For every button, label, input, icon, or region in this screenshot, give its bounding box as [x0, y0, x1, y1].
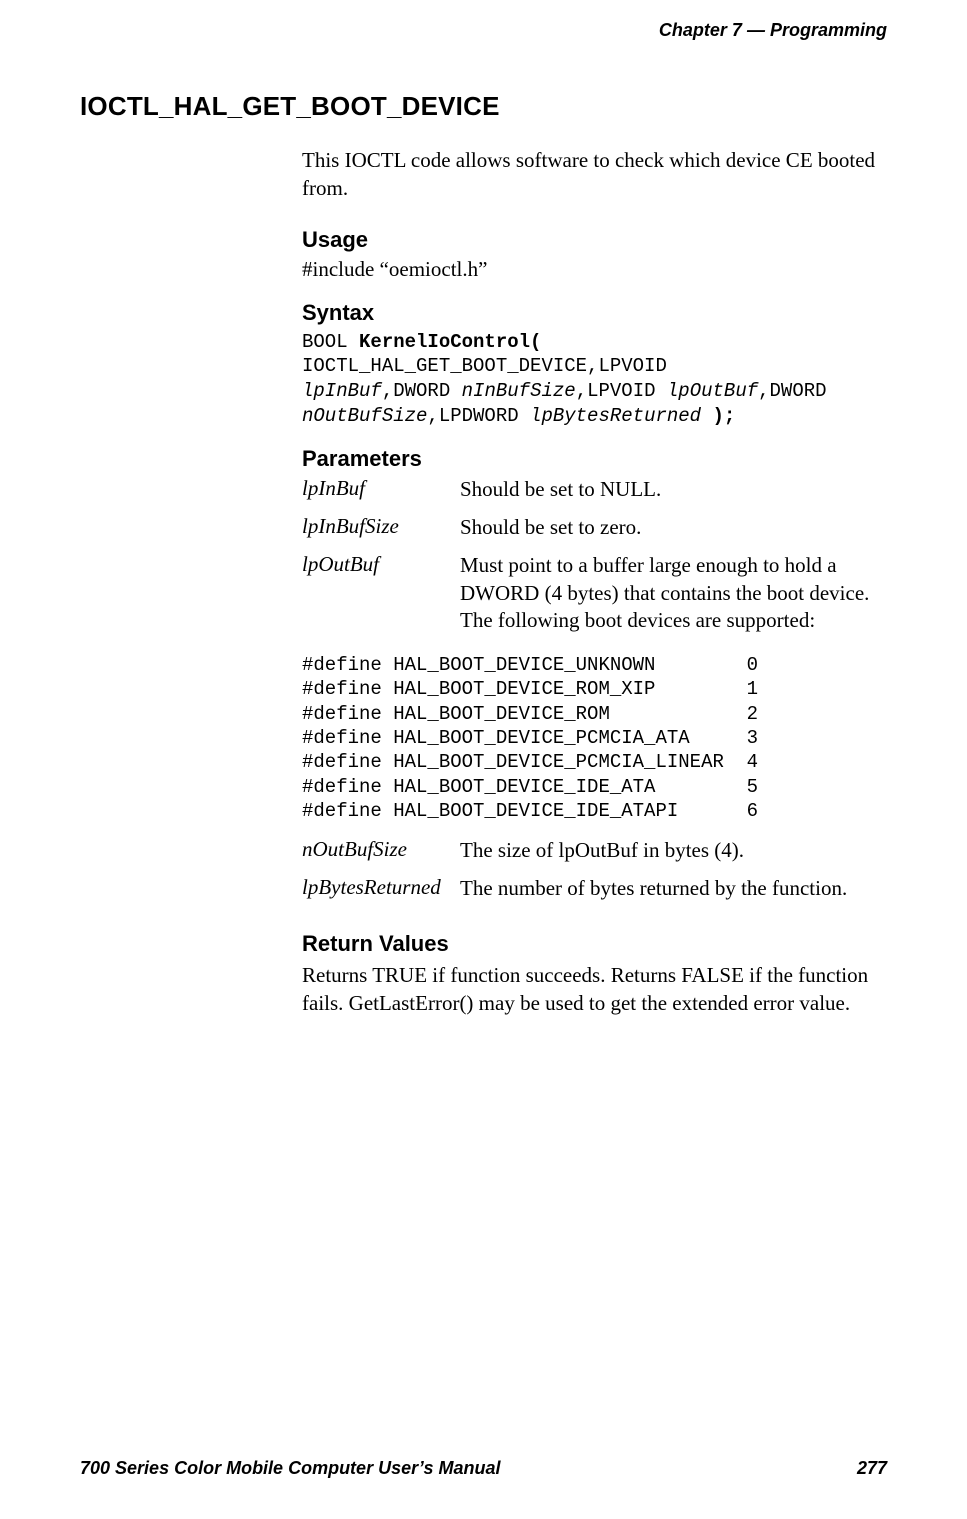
syntax-close: ); [701, 405, 735, 427]
header-separator: — [747, 20, 765, 40]
table-row: lpInBufSize Should be set to zero. [302, 514, 887, 552]
syntax-code: BOOL KernelIoControl( IOCTL_HAL_GET_BOOT… [302, 330, 887, 429]
page-header: Chapter 7 — Programming [80, 20, 887, 41]
syntax-heading: Syntax [302, 300, 887, 326]
syntax-param1: lpInBuf [302, 380, 382, 402]
manual-title: 700 Series Color Mobile Computer User’s … [80, 1458, 500, 1479]
table-row: lpOutBuf Must point to a buffer large en… [302, 552, 887, 645]
param-desc: Must point to a buffer large enough to h… [460, 552, 887, 645]
usage-text: #include “oemioctl.h” [302, 257, 887, 282]
content-body: This IOCTL code allows software to check… [302, 146, 887, 1017]
intro-text: This IOCTL code allows software to check… [302, 146, 887, 203]
page-footer: 700 Series Color Mobile Computer User’s … [80, 1458, 887, 1479]
syntax-param3: lpOutBuf [667, 380, 758, 402]
syntax-seg5: ,LPDWORD [427, 405, 530, 427]
param-name: lpInBuf [302, 476, 460, 514]
syntax-param2: nInBufSize [462, 380, 576, 402]
param-desc: The number of bytes returned by the func… [460, 875, 847, 913]
syntax-seg3: ,LPVOID [576, 380, 667, 402]
syntax-prefix: BOOL [302, 331, 359, 353]
parameters-table-2: nOutBufSize The size of lpOutBuf in byte… [302, 837, 847, 912]
param-name: lpInBufSize [302, 514, 460, 552]
return-values-text: Returns TRUE if function succeeds. Retur… [302, 961, 887, 1018]
syntax-seg2: ,DWORD [382, 380, 462, 402]
table-row: lpBytesReturned The number of bytes retu… [302, 875, 847, 913]
param-desc: Should be set to NULL. [460, 476, 887, 514]
chapter-title: Programming [770, 20, 887, 40]
chapter-label: Chapter [659, 20, 727, 40]
syntax-func: KernelIoControl( [359, 331, 541, 353]
section-title: IOCTL_HAL_GET_BOOT_DEVICE [80, 91, 887, 122]
parameters-heading: Parameters [302, 446, 887, 472]
param-desc: Should be set to zero. [460, 514, 887, 552]
param-desc: The size of lpOutBuf in bytes (4). [460, 837, 847, 875]
parameters-table-1: lpInBuf Should be set to NULL. lpInBufSi… [302, 476, 887, 645]
syntax-param5: lpBytesReturned [530, 405, 701, 427]
param-name: nOutBufSize [302, 837, 460, 875]
table-row: lpInBuf Should be set to NULL. [302, 476, 887, 514]
param-name: lpBytesReturned [302, 875, 460, 913]
syntax-param4: nOutBufSize [302, 405, 427, 427]
table-row: nOutBufSize The size of lpOutBuf in byte… [302, 837, 847, 875]
chapter-number: 7 [732, 20, 742, 40]
param-name: lpOutBuf [302, 552, 460, 645]
defines-block: #define HAL_BOOT_DEVICE_UNKNOWN 0 #defin… [302, 653, 887, 823]
syntax-seg4: ,DWORD [758, 380, 826, 402]
return-values-heading: Return Values [302, 931, 887, 957]
page-number: 277 [857, 1458, 887, 1479]
usage-heading: Usage [302, 227, 887, 253]
